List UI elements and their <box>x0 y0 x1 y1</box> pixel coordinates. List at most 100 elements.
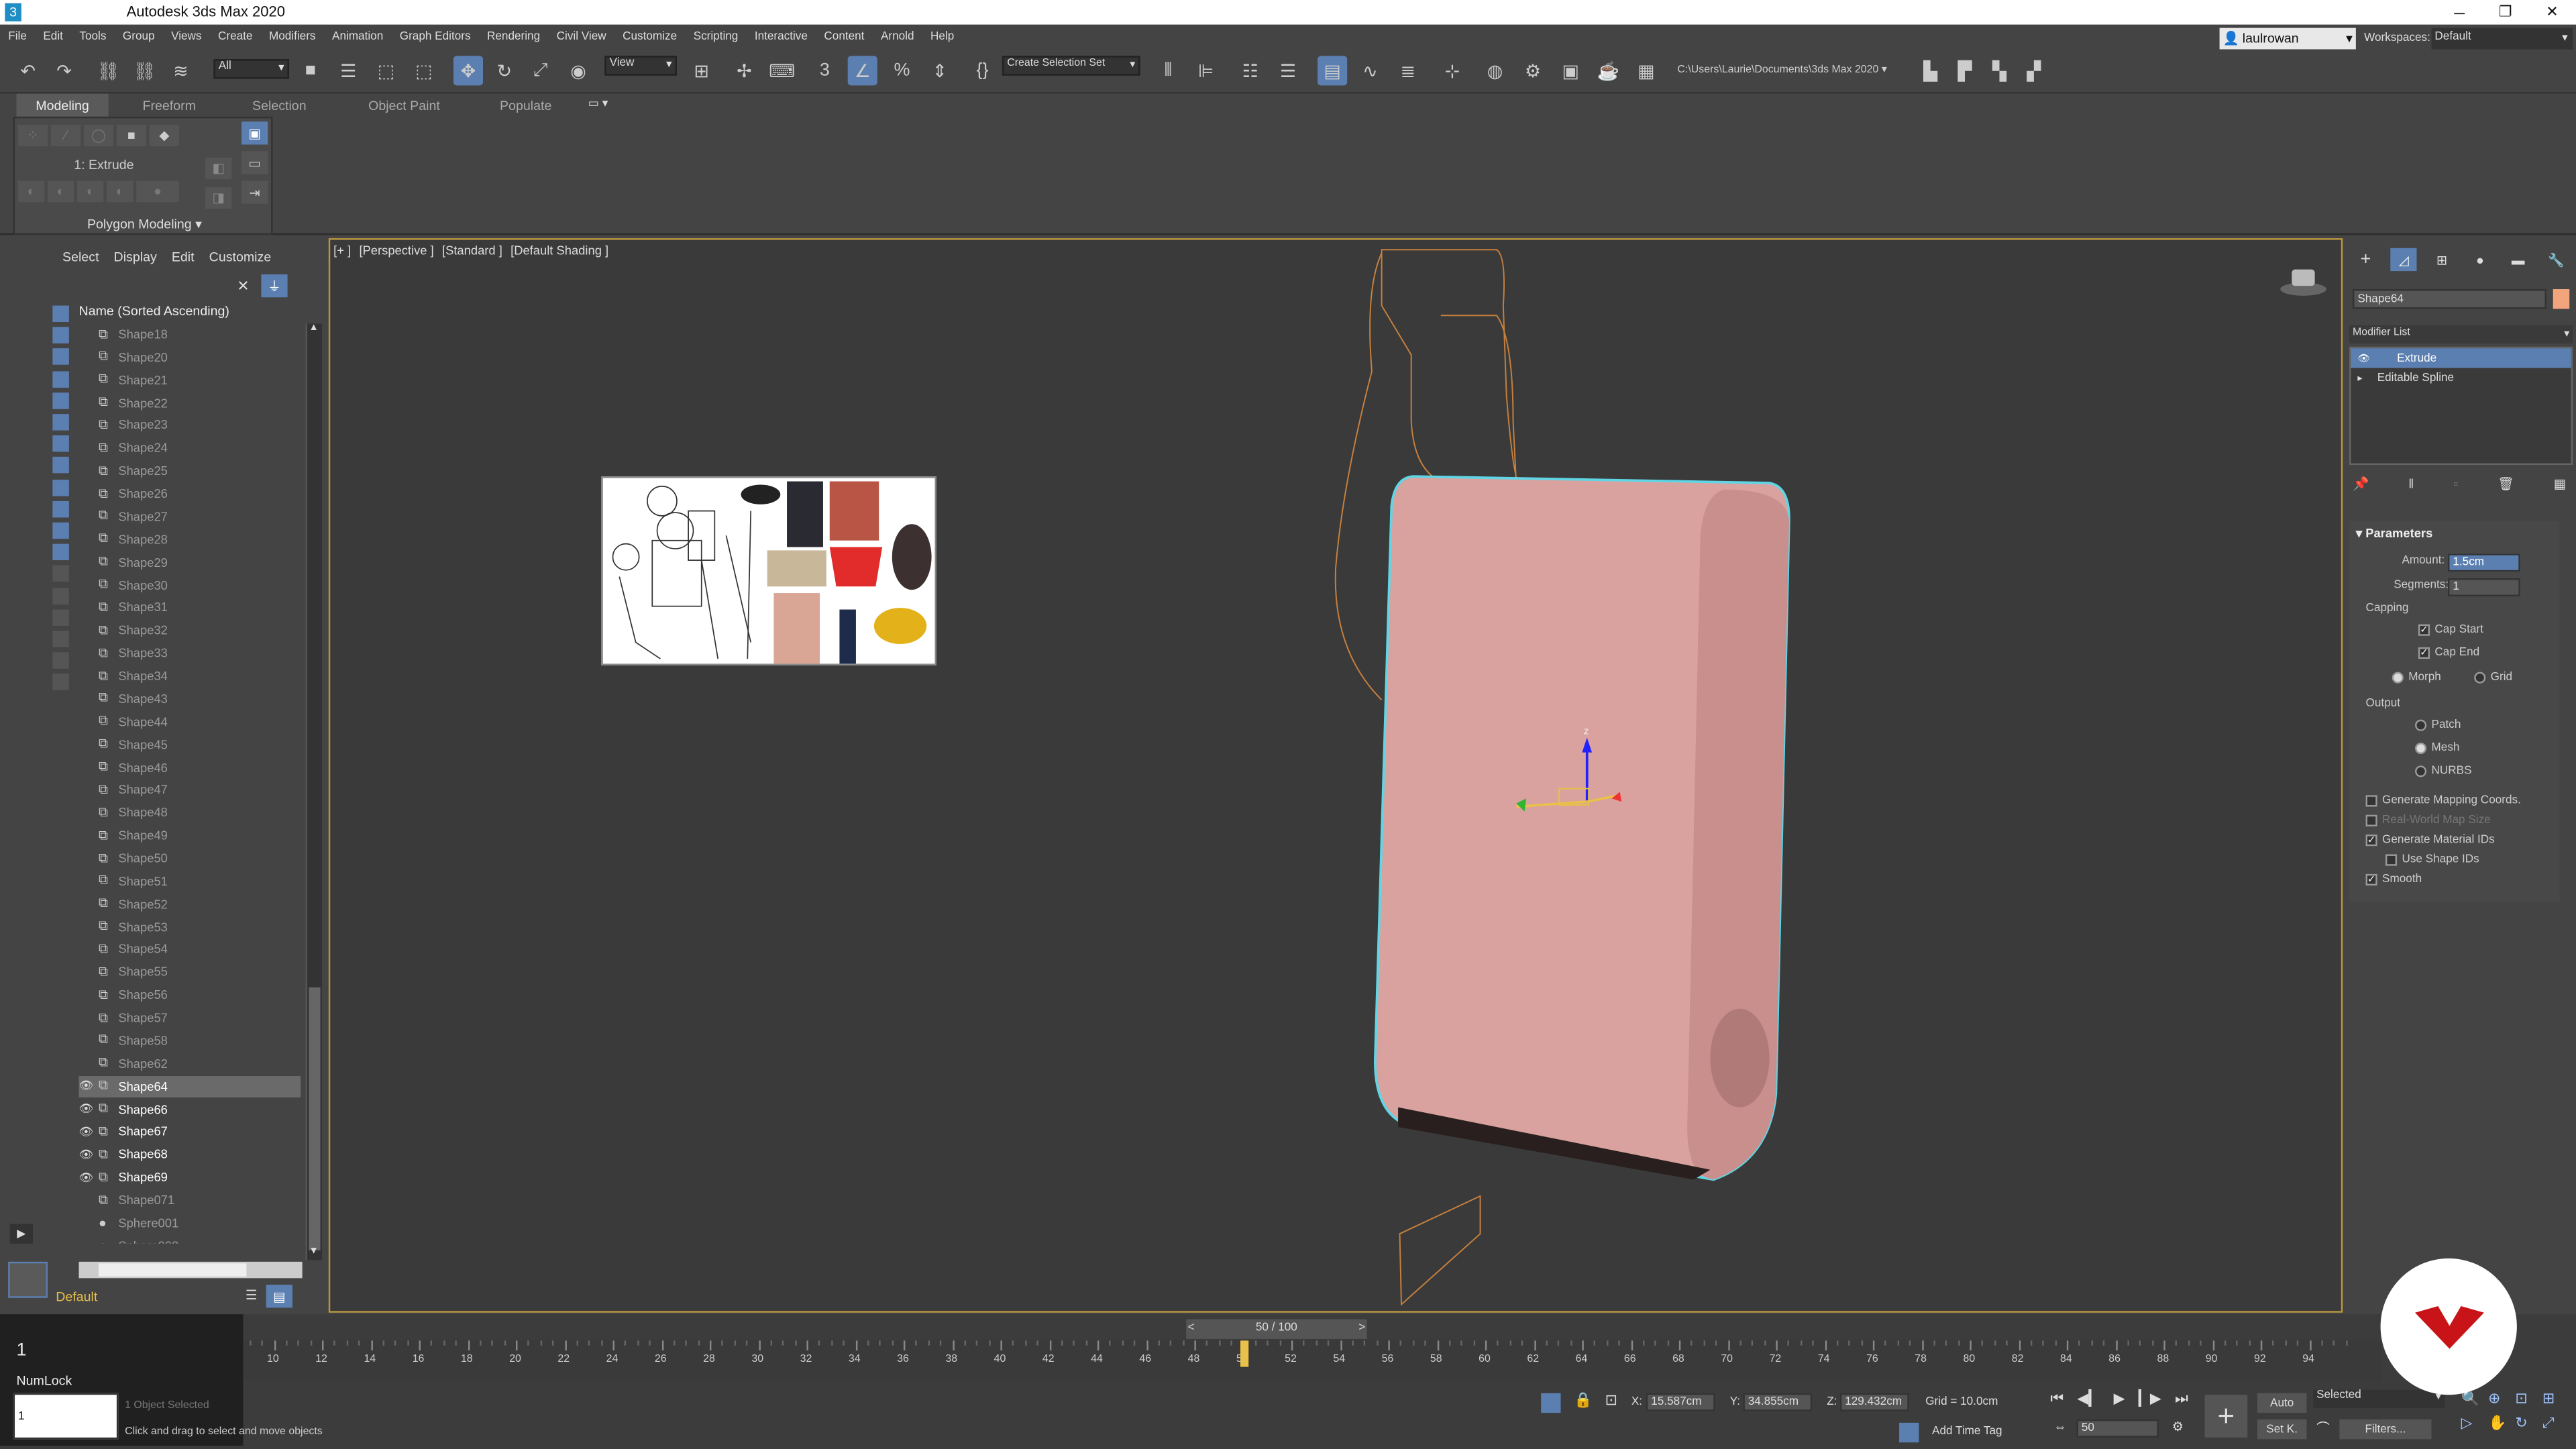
snaps-toggle-icon[interactable]: 3 <box>810 56 839 85</box>
explorer-row[interactable]: ⧉ Shape58 <box>79 1030 301 1051</box>
menu-arnold[interactable]: Arnold <box>873 32 922 43</box>
move-icon[interactable]: ✥ <box>453 56 484 86</box>
cap-end-checkbox[interactable]: ✓ Cap End <box>2418 647 2479 659</box>
selection-set-dropdown[interactable]: Create Selection Set ▾ <box>1002 56 1140 76</box>
explorer-row[interactable]: ⧉ Shape25 <box>79 460 301 482</box>
menu-group[interactable]: Group <box>115 32 163 43</box>
explorer-row[interactable]: 👁 ⧉ Shape68 <box>79 1144 301 1165</box>
explorer-hscrollbar[interactable] <box>78 1261 303 1279</box>
select-manipulate-icon[interactable]: ✢ <box>729 56 759 85</box>
explorer-row[interactable]: ⧉ Shape43 <box>79 688 301 710</box>
explorer-header[interactable]: Name (Sorted Ascending) <box>79 304 229 319</box>
menu-graph-editors[interactable]: Graph Editors <box>392 32 479 43</box>
explorer-row[interactable]: ⧉ Shape46 <box>79 757 301 778</box>
select-by-name-icon[interactable]: ☰ <box>333 56 363 85</box>
ribbon-option3-icon[interactable]: ⇥ <box>241 180 268 204</box>
project-new-icon[interactable]: ▚ <box>1984 56 2014 85</box>
border-mode-icon[interactable]: ◯ <box>83 125 113 146</box>
project-path-dropdown[interactable]: C:\Users\Laurie\Documents\3ds Max 2020 ▾ <box>1677 62 1907 82</box>
scroll-down-icon[interactable]: ▼ <box>309 1247 319 1257</box>
nurbs-radio[interactable]: NURBS <box>2415 765 2472 777</box>
next-key-icon[interactable]: ▎▶ <box>2139 1390 2161 1413</box>
explorer-row[interactable]: ⧉ Shape44 <box>79 711 301 733</box>
element-mode-icon[interactable]: ◆ <box>149 125 179 146</box>
x-coord-field[interactable] <box>1646 1393 1715 1411</box>
utilities-tab-icon[interactable]: 🔧 <box>2543 248 2569 271</box>
prev-frame-icon[interactable]: < <box>1188 1320 1195 1339</box>
go-to-start-icon[interactable]: ⏮ <box>2050 1390 2063 1413</box>
modifier-visible-icon[interactable]: 👁 <box>2357 352 2377 364</box>
key-mode-icon[interactable]: ⇔ <box>2053 1419 2067 1434</box>
polygon-modeling-panel[interactable]: Polygon Modeling ▾ <box>15 213 274 235</box>
mirror-icon[interactable]: ⫴ <box>1153 56 1183 85</box>
menu-tools[interactable]: Tools <box>71 32 115 43</box>
scroll-thumb[interactable] <box>309 987 321 1250</box>
clear-search-icon[interactable]: ✕ <box>233 276 253 295</box>
render-iterative-icon[interactable]: ▦ <box>1631 56 1661 85</box>
time-config-icon[interactable]: ⚙ <box>2172 1419 2184 1434</box>
explorer-row[interactable]: ⧉ Shape20 <box>79 346 301 368</box>
vertex-mode-icon[interactable]: ⁘ <box>17 125 48 146</box>
explorer-row[interactable]: ⧉ Shape51 <box>79 871 301 892</box>
explorer-row[interactable]: ⧉ Shape21 <box>79 369 301 390</box>
key-filter-dropdown[interactable]: Selected ▾ <box>2313 1389 2445 1408</box>
explorer-row[interactable]: ⧉ Shape47 <box>79 780 301 801</box>
visibility-eye-icon[interactable]: 👁 <box>79 1102 99 1116</box>
explorer-menu-customize[interactable]: Customize <box>209 250 272 269</box>
sort-icon[interactable]: ▤ <box>266 1285 292 1308</box>
tool-4-icon[interactable]: ◐ <box>107 180 133 203</box>
menu-rendering[interactable]: Rendering <box>479 32 549 43</box>
explorer-row[interactable]: ⧉ Shape45 <box>79 734 301 755</box>
hierarchy-tab-icon[interactable]: ⊞ <box>2429 248 2455 271</box>
render-setup-icon[interactable]: ⚙ <box>1518 56 1548 85</box>
explorer-row[interactable]: ⧉ Shape62 <box>79 1053 301 1074</box>
edge-mode-icon[interactable]: ⁄ <box>50 125 81 146</box>
workspace-dropdown[interactable]: Default ▾ <box>2431 28 2573 50</box>
layer-indicator[interactable] <box>8 1261 48 1298</box>
menu-views[interactable]: Views <box>163 32 210 43</box>
filter-toggle-icon[interactable] <box>52 305 69 323</box>
current-layer-label[interactable]: Default <box>56 1289 97 1304</box>
visibility-eye-icon[interactable]: 👁 <box>79 1171 99 1184</box>
layers-icon[interactable]: ☰ <box>240 1285 263 1304</box>
object-name-field[interactable] <box>2352 289 2546 309</box>
time-slider[interactable]: < 50 / 100 > <box>1186 1319 1367 1339</box>
modifier-list-dropdown[interactable]: Modifier List ▾ <box>2349 325 2573 343</box>
make-unique-icon[interactable]: ▫ <box>2453 476 2458 496</box>
visibility-eye-icon[interactable]: 👁 <box>79 1148 99 1161</box>
menu-civil-view[interactable]: Civil View <box>548 32 614 43</box>
remove-modifier-icon[interactable]: 🗑 <box>2498 476 2514 496</box>
explorer-row[interactable]: ⧉ Shape23 <box>79 415 301 436</box>
menu-content[interactable]: Content <box>816 32 873 43</box>
display-tab-icon[interactable]: ▬ <box>2505 248 2531 271</box>
modifier-stack-item[interactable]: 👁 Extrude <box>2351 348 2571 368</box>
use-shape-ids-checkbox[interactable]: Use Shape IDs <box>2385 854 2479 866</box>
explorer-row[interactable]: ⧉ Shape31 <box>79 597 301 619</box>
link-icon[interactable]: ⛓ <box>94 56 123 85</box>
lock-icon[interactable]: 🔒 <box>1574 1391 1592 1409</box>
ribbon-option2-icon[interactable]: ▭ <box>241 151 268 174</box>
current-frame-marker[interactable] <box>1239 1340 1248 1367</box>
dope-sheet-icon[interactable]: ≣ <box>1393 56 1423 85</box>
visibility-eye-icon[interactable]: 👁 <box>79 1079 99 1093</box>
project-open-icon[interactable]: ▛ <box>1950 56 1980 85</box>
rotate-icon[interactable]: ↻ <box>490 56 519 85</box>
menu-scripting[interactable]: Scripting <box>685 32 746 43</box>
ribbon-tab-modeling[interactable]: Modeling <box>16 93 109 117</box>
fov-icon[interactable]: ▷ <box>2461 1415 2488 1440</box>
explorer-row[interactable]: ⧉ Shape56 <box>79 984 301 1006</box>
percent-snap-icon[interactable]: % <box>887 56 916 85</box>
explorer-row[interactable]: ⧉ Shape55 <box>79 962 301 983</box>
explorer-row[interactable]: ⧉ Shape28 <box>79 529 301 550</box>
y-coord-field[interactable] <box>1743 1393 1813 1411</box>
explorer-menu-select[interactable]: Select <box>62 250 99 269</box>
ribbon-tab-selection[interactable]: Selection <box>230 94 329 117</box>
toggle-ribbon-icon[interactable]: ▤ <box>1318 56 1348 86</box>
next-frame-icon[interactable]: > <box>1358 1320 1365 1339</box>
track-bar[interactable]: 0246810121416182022242628303234363840424… <box>0 1340 2383 1381</box>
project-save-icon[interactable]: ▞ <box>2019 56 2049 85</box>
maximize-button[interactable]: ❐ <box>2482 0 2528 25</box>
explorer-row[interactable]: ⧉ Shape26 <box>79 483 301 504</box>
show-end-result-icon[interactable]: ‖ <box>2408 476 2414 496</box>
menu-help[interactable]: Help <box>922 32 963 43</box>
